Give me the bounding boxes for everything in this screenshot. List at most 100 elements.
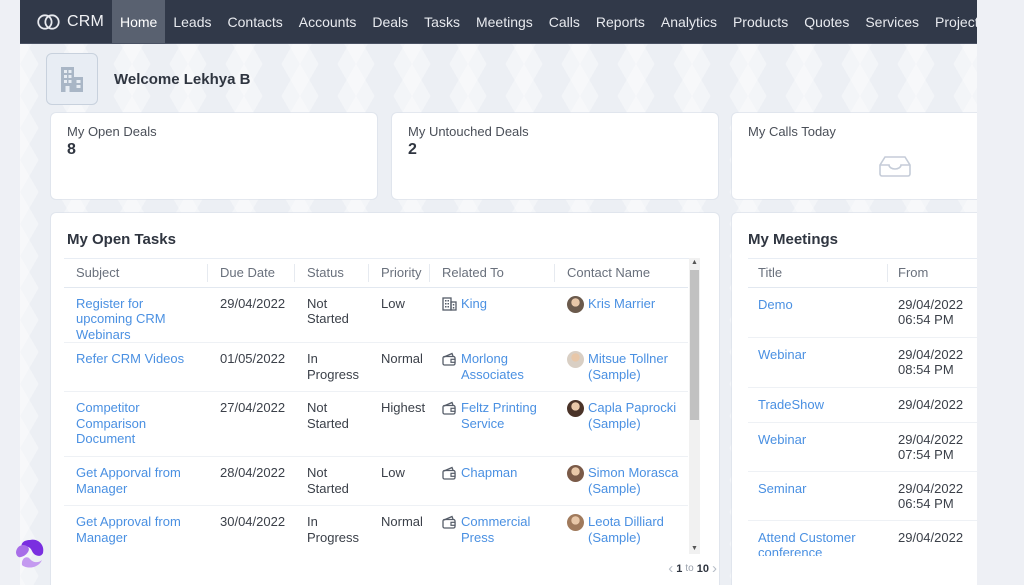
meeting-title-link[interactable]: Webinar: [758, 347, 806, 362]
meeting-row[interactable]: Webinar 29/04/2022 07:54 PM: [748, 422, 977, 472]
contact-name-link[interactable]: Mitsue Tollner (Sample): [588, 351, 680, 382]
task-row[interactable]: Get Approval from Manager 30/04/2022 In Pr…: [64, 505, 688, 550]
deal-wallet-icon: [442, 466, 457, 484]
building-icon[interactable]: [46, 53, 98, 105]
crm-brand[interactable]: CRM: [20, 0, 112, 43]
meeting-title-cell: Seminar: [748, 471, 888, 521]
column-header-status[interactable]: Status: [295, 259, 369, 288]
meeting-date: 29/04/2022: [898, 480, 964, 496]
column-header-contact-name[interactable]: Contact Name: [555, 259, 688, 288]
contact-avatar: [567, 514, 584, 531]
meeting-row[interactable]: Attend Customer conference 29/04/2022: [748, 520, 977, 556]
meeting-row[interactable]: Seminar 29/04/2022 06:54 PM: [748, 471, 977, 521]
task-related-cell: Commercial Press: [430, 505, 555, 550]
tasks-scrollbar[interactable]: ▲ ▼: [689, 258, 700, 554]
nav-item-contacts[interactable]: Contacts: [220, 0, 291, 43]
task-contact-cell: Kris Marrier: [555, 287, 688, 343]
task-subject-link[interactable]: Register for upcoming CRM Webinars: [76, 296, 166, 342]
stat-card-open-deals[interactable]: My Open Deals 8: [51, 113, 377, 199]
meeting-from-cell: 29/04/2022 06:54 PM: [888, 287, 977, 338]
meeting-title-link[interactable]: Webinar: [758, 432, 806, 447]
meeting-row[interactable]: Demo 29/04/2022 06:54 PM: [748, 287, 977, 338]
meeting-row[interactable]: TradeShow 29/04/2022: [748, 387, 977, 423]
task-due-date: 28/04/2022: [208, 456, 295, 506]
pager-prev-chevron-icon[interactable]: ‹: [668, 560, 673, 577]
column-header-label: Contact Name: [567, 265, 651, 281]
column-header-label: Status: [307, 265, 344, 281]
nav-item-projects[interactable]: Projects: [927, 0, 977, 43]
related-to-link[interactable]: Morlong Associates: [461, 351, 547, 382]
top-navigation: CRM Home Leads Contacts Accounts Deals Tasks M…: [20, 0, 977, 44]
meeting-title-link[interactable]: Demo: [758, 297, 793, 312]
stat-value: 8: [67, 141, 76, 158]
contact-name-link[interactable]: Kris Marrier: [588, 296, 655, 313]
column-header-due-date[interactable]: Due Date: [208, 259, 295, 288]
nav-item-products[interactable]: Products: [725, 0, 796, 43]
scroll-up-arrow-icon[interactable]: ▲: [689, 258, 700, 268]
stat-card-calls-today[interactable]: My Calls Today: [732, 113, 977, 199]
scroll-thumb[interactable]: [690, 270, 699, 420]
stat-card-untouched-deals[interactable]: My Untouched Deals 2: [392, 113, 718, 199]
related-to-link[interactable]: Chapman: [461, 465, 517, 484]
meeting-title-cell: Webinar: [748, 422, 888, 472]
contact-name-link[interactable]: Leota Dilliard (Sample): [588, 514, 680, 545]
nav-item-meetings[interactable]: Meetings: [468, 0, 541, 43]
nav-item-reports[interactable]: Reports: [588, 0, 653, 43]
column-header-label: Due Date: [220, 265, 275, 281]
task-subject-link[interactable]: Get Apporval from Manager: [76, 465, 181, 496]
open-tasks-table-wrap: Subject Due Date Status Priority Related To C…: [64, 258, 700, 550]
meeting-column-header-title[interactable]: Title: [748, 259, 888, 288]
nav-item-home[interactable]: Home: [112, 0, 166, 43]
nav-item-analytics[interactable]: Analytics: [653, 0, 725, 43]
column-header-subject[interactable]: Subject: [64, 259, 208, 288]
related-to-link[interactable]: King: [461, 296, 487, 315]
pager-next-chevron-icon[interactable]: ›: [712, 560, 717, 577]
meeting-row[interactable]: Webinar 29/04/2022 08:54 PM: [748, 337, 977, 388]
nav-item-deals[interactable]: Deals: [364, 0, 416, 43]
meeting-from-cell: 29/04/2022 07:54 PM: [888, 422, 977, 472]
contact-name-link[interactable]: Simon Morasca (Sample): [588, 465, 680, 496]
stat-label: My Calls Today: [748, 124, 836, 139]
column-header-label: Title: [758, 265, 783, 281]
scroll-down-arrow-icon[interactable]: ▼: [689, 544, 700, 554]
task-row[interactable]: Refer CRM Videos 01/05/2022 In Progress Nor…: [64, 342, 688, 392]
task-related-cell: Feltz Printing Service: [430, 391, 555, 457]
column-header-label: Subject: [76, 265, 120, 281]
column-header-related-to[interactable]: Related To: [430, 259, 555, 288]
meetings-table: Title From Demo 29/04/2022 06:54 PM Webinar 2…: [748, 259, 977, 556]
assistant-bot-icon[interactable]: [12, 536, 48, 577]
task-status: Not Started: [295, 456, 369, 506]
column-header-priority[interactable]: Priority: [369, 259, 430, 288]
task-row[interactable]: Register for upcoming CRM Webinars 29/04/…: [64, 287, 688, 343]
nav-item-accounts[interactable]: Accounts: [291, 0, 365, 43]
nav-item-tasks[interactable]: Tasks: [416, 0, 468, 43]
meeting-title-link[interactable]: TradeShow: [758, 397, 824, 412]
meeting-title-link[interactable]: Seminar: [758, 481, 806, 496]
column-header-label: Related To: [442, 265, 504, 281]
task-subject-link[interactable]: Get Approval from Manager: [76, 514, 181, 545]
nav-item-calls[interactable]: Calls: [541, 0, 588, 43]
meeting-title-link[interactable]: Attend Customer conference: [758, 530, 856, 557]
task-row[interactable]: Competitor Comparison Document 27/04/2022…: [64, 391, 688, 457]
open-tasks-title: My Open Tasks: [67, 231, 176, 248]
inbox-icon: [877, 155, 913, 182]
contact-name-link[interactable]: Capla Paprocki (Sample): [588, 400, 680, 431]
task-row[interactable]: Get Apporval from Manager 28/04/2022 Not S…: [64, 456, 688, 506]
meeting-date: 29/04/2022: [898, 431, 964, 447]
task-related-cell: King: [430, 287, 555, 343]
pager-from: 1: [676, 562, 683, 575]
related-to-link[interactable]: Feltz Printing Service: [461, 400, 547, 431]
nav-item-leads[interactable]: Leads: [165, 0, 219, 43]
task-priority: Normal: [369, 505, 430, 550]
stat-value: 2: [408, 141, 417, 158]
task-subject-link[interactable]: Competitor Comparison Document: [76, 400, 146, 446]
task-subject-link[interactable]: Refer CRM Videos: [76, 351, 184, 366]
task-subject-cell: Register for upcoming CRM Webinars: [64, 287, 208, 343]
meeting-column-header-from[interactable]: From: [888, 259, 977, 288]
nav-item-services[interactable]: Services: [857, 0, 927, 43]
task-related-cell: Chapman: [430, 456, 555, 506]
task-priority: Low: [369, 287, 430, 343]
related-to-link[interactable]: Commercial Press: [461, 514, 547, 545]
nav-item-quotes[interactable]: Quotes: [796, 0, 857, 43]
meeting-time: 07:54 PM: [898, 447, 954, 462]
